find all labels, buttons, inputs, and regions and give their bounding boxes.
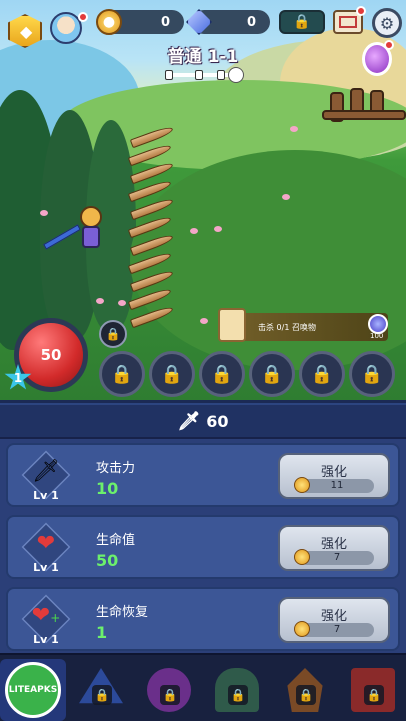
stat-value: 10 [96,479,119,498]
lock-icon: 🔒 [210,363,234,385]
quest-reward-value: 100 [370,332,384,340]
heart-icon: ❤ [36,531,56,556]
progress-marker [165,70,173,80]
hero-body [82,226,100,248]
upgrade-card-regen: ❤+ Lv 1 生命恢复 1 强化 7 [6,587,400,651]
gold-coin-icon: ● [96,9,122,35]
locked-feature-button[interactable]: 🔒 [279,10,325,34]
nav-tab-pets[interactable]: 🔒 [136,659,202,721]
gem-counter[interactable]: 0 [186,9,270,35]
nav-tab-tower[interactable]: 🔒 [272,659,338,721]
nav-tab-shop[interactable]: 🔒 [340,659,406,721]
upgrade-cost: 11 [300,479,374,493]
petal [96,298,104,304]
skill-slot-6[interactable]: 🔒 [349,351,395,397]
quest-banner[interactable]: 击杀 0/1 召唤物 [228,313,388,341]
quest-scroll-icon [218,308,246,342]
boss-skull-icon [228,67,244,83]
liteapks-logo: LITEAPKS [5,662,61,718]
lock-icon: 🔒 [105,327,121,341]
lock-icon: 🔒 [110,363,134,385]
upgrade-button-label: 强化 [320,609,347,624]
upgrade-card-attack: 🗡 Lv 1 攻击力 10 强化 11 [6,443,400,507]
stat-icon-box: ❤ Lv 1 [16,522,76,574]
lock-icon: 🔒 [310,363,334,385]
gold-value: 0 [160,14,170,30]
nav-tab-dungeon[interactable]: 🔒 [204,659,270,721]
gold-coin-icon [294,549,310,565]
petal [118,300,126,306]
lock-icon: 🔒 [293,14,311,30]
upgrade-cost: 7 [300,551,374,565]
upgrade-panel: 🗡 Lv 1 攻击力 10 强化 11 ❤ Lv 1 生命值 50 强化 7 ❤… [0,439,406,653]
gold-counter[interactable]: ● 0 [96,9,184,35]
nav-tab-home[interactable]: LITEAPKS [0,659,66,721]
settings-button[interactable]: ⚙ [372,8,402,38]
skill-slot-4[interactable]: 🔒 [249,351,295,397]
lock-icon: 🔒 [260,363,284,385]
petal [290,126,298,132]
petal [214,226,222,232]
lock-icon: 🔒 [364,685,384,705]
petal [282,194,290,200]
skill-slot-5[interactable]: 🔒 [299,351,345,397]
upgrade-hp-button[interactable]: 强化 7 [278,525,390,571]
upgrade-card-hp: ❤ Lv 1 生命值 50 强化 7 [6,515,400,579]
lock-icon: 🔒 [360,363,384,385]
gem-value: 0 [246,14,256,30]
bottom-navigation: LITEAPKS 🔒 🔒 🔒 🔒 🔒 [0,653,406,721]
stat-level: Lv 1 [33,489,59,502]
notification-dot [78,12,88,22]
stat-value: 1 [96,623,108,642]
stat-level: Lv 1 [33,633,59,646]
mail-notification-dot [356,6,366,16]
progress-marker [195,70,203,80]
lock-icon: 🔒 [296,685,316,705]
attack-power-value: 60 [206,411,229,431]
gold-coin-icon [294,477,310,493]
sword-icon: 🗡 [32,459,60,484]
stat-name: 生命值 [96,533,136,548]
stat-icon-box: ❤+ Lv 1 [16,594,76,646]
sword-icon: 🗡 [177,410,201,432]
quest-reward-gem-icon [368,314,388,334]
upgrade-button-label: 强化 [320,537,347,552]
stat-name: 攻击力 [96,461,136,476]
petal [200,318,208,324]
upgrade-button-label: 强化 [320,465,347,480]
quest-text: 击杀 0/1 召唤物 [258,322,316,332]
skill-slot-1[interactable]: 🔒 [99,351,145,397]
petal [40,210,48,216]
upgrade-regen-button[interactable]: 强化 7 [278,597,390,643]
lock-icon: 🔒 [92,685,112,705]
envelope-icon [339,16,357,28]
progress-marker [217,70,225,80]
hp-orb: 50 [14,318,88,392]
petal [190,228,198,234]
fence-rail [322,110,406,120]
heart-plus-icon: ❤+ [31,603,61,628]
stage-title: 普通 1-1 [167,47,239,67]
brand-label: LITEAPKS [8,685,58,695]
upgrade-cost: 7 [300,623,374,637]
gear-icon: ⚙ [379,13,395,33]
hp-orb-value: 50 [40,346,62,364]
upgrade-attack-button[interactable]: 强化 11 [278,453,390,499]
stat-level: Lv 1 [33,561,59,574]
auto-skill-lock-button[interactable]: 🔒 [99,320,127,348]
stat-name: 生命恢复 [96,605,149,620]
skill-slot-2[interactable]: 🔒 [149,351,195,397]
stat-icon-box: 🗡 Lv 1 [16,450,76,502]
lock-icon: 🔒 [160,363,184,385]
lock-icon: 🔒 [228,685,248,705]
hero-head [80,206,102,228]
nav-tab-skills[interactable]: 🔒 [68,659,134,721]
skill-slot-3[interactable]: 🔒 [199,351,245,397]
stage-progress-bar [165,70,231,80]
gold-coin-icon [294,621,310,637]
stat-value: 50 [96,551,119,570]
hero-character [43,206,106,252]
lock-icon: 🔒 [160,685,180,705]
attack-power-bar: 🗡 60 [0,403,406,439]
